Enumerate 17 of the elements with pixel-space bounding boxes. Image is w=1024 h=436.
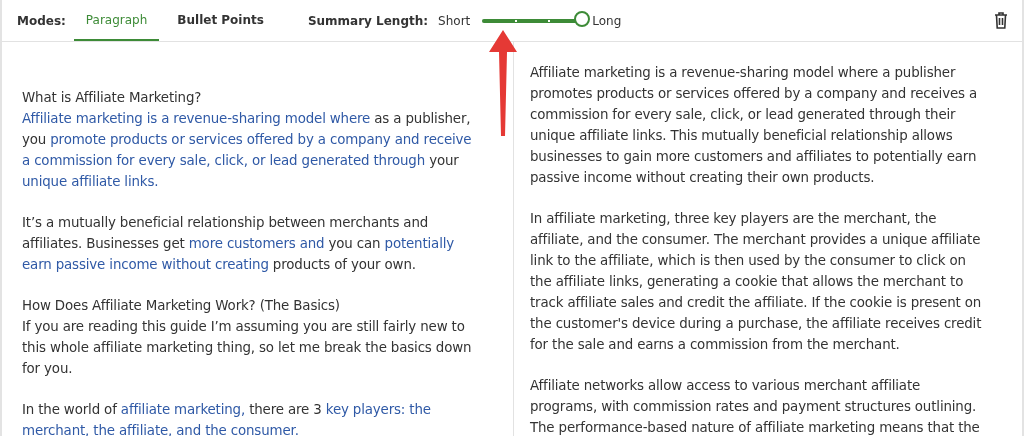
source-paragraph: How Does Affiliate Marketing Work? (The Basics) — [22, 297, 341, 315]
mode-tab[interactable]: Bullet Points — [165, 0, 276, 41]
summary-paragraph: Affiliate marketing is a revenue-sharing model where a publisher promotes products or services offered by a company and receives a commission for every sale, click, or lead generated through their unique affiliate links. This mutually beneficial relationship allows businesses to gain more customers and affiliates to potentially earn passive income without creating their own products. — [530, 64, 978, 187]
trash-icon[interactable] — [994, 12, 1008, 29]
mode-tab[interactable]: Paragraph — [73, 0, 160, 41]
source-paragraph: If you are reading this guide I’m assuming you are still fairly new to this whole affiliate marketing thing, so let me break the basics down for you. — [22, 318, 473, 378]
source-paragraph: What is Affiliate Marketing? — [22, 89, 203, 107]
short-label: Short — [438, 13, 471, 28]
long-label: Long — [592, 13, 622, 28]
source-paragraph: Affiliate marketing is a revenue-sharing model where as a publisher, you promote products or services offered by a company and receive a commission for every sale, click, or lead generated through your unique affiliate links. — [22, 110, 473, 191]
source-paragraph: In the world of affiliate marketing, there are 3 key players: the merchant, the affiliate, and the consumer. — [22, 401, 432, 436]
modes-label: Modes: — [17, 13, 66, 28]
slider-thumb[interactable] — [574, 10, 591, 27]
summary-length-label: Summary Length: — [307, 13, 429, 28]
summary-paragraph: Affiliate networks allow access to various merchant affiliate programs, with commission rates and payment structures outlining. The performance-based nature of affiliate marketing means that the — [530, 377, 981, 436]
summary-paragraph: In affiliate marketing, three key players are the merchant, the affiliate, and the consumer. The merchant provides a unique affiliate link to the affiliate, which is then used by the consumer to click on the affiliate links, generating a cookie that allows the merchant to track affiliate sales and credit the affiliate. If the cookie is present on the customer's device during a purchase, the affiliate receives credit for the sale and earns a commission from the merchant. — [530, 210, 982, 354]
source-paragraph: It’s a mutually beneficial relationship between merchants and affiliates. Businesses get more customers and you can potentially earn passive income without creating products of your own. — [22, 214, 456, 274]
